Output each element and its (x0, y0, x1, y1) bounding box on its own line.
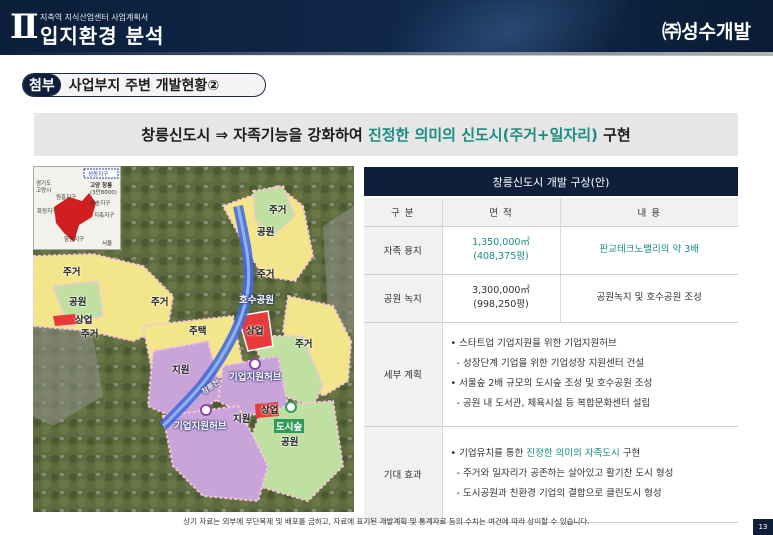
map-label-lake-park: 호수공원 (239, 295, 274, 306)
list-item: - 성장단계 기업을 위한 기업성장 지원센터 건설 (450, 358, 645, 369)
row-label: 공원 녹지 (364, 274, 443, 323)
row-label: 기대 효과 (364, 426, 443, 523)
company-name: ㈜성수개발 (662, 21, 751, 43)
effect-line1-pre: • 기업유치를 통한 (450, 448, 527, 459)
table-row: 기대 효과 • 기업유치를 통한 진정한 의미의 자족도시 구현 - 주거와 일… (364, 426, 738, 523)
headline-highlight: 진정한 의미의 신도시(주거+일자리) (367, 126, 598, 144)
map-label-residential: 주거 (257, 269, 275, 280)
map-label-support: 지원 (172, 365, 190, 376)
area-cell: 1,350,000㎡ (408,375평) (442, 226, 561, 275)
map-label-housing: 주택 (189, 326, 207, 337)
area-cell: 3,300,000㎡ (998,250평) (442, 274, 561, 323)
col-header-content: 내 용 (560, 198, 738, 227)
effect-line1-highlight: 진정한 의미의 자족도시 (526, 448, 620, 459)
section-pill: 첨부 사업부지 주변 개발현황② (22, 73, 266, 97)
section-pill-title: 사업부지 주변 개발현황② (68, 78, 220, 94)
map-label-residential: 주거 (295, 339, 313, 350)
inset-label: 향동지구 (64, 237, 85, 243)
section-tag: 첨부 (23, 74, 61, 96)
area-pyeong: (998,250평) (473, 299, 529, 310)
table-row: 공원 녹지 3,300,000㎡ (998,250평) 공원녹지 및 호수공원 … (364, 274, 738, 323)
table-row: 세부 계획 • 스타트업 기업지원을 위한 기업지원허브 - 성장단계 기업을 … (364, 322, 738, 427)
plan-table-title: 창릉신도시 개발 구상(안) (364, 167, 738, 196)
map-label-residential: 주거 (63, 267, 81, 278)
land-use-map: 성동지구 고양 창릉 (3만8000) 경기도 고양시 화정지구 원흥지구 삼송… (33, 166, 354, 512)
detail-plan-list: • 스타트업 기업지원을 위한 기업지원허브 - 성장단계 기업을 위한 기업성… (442, 322, 738, 427)
map-label-park: 공원 (257, 227, 275, 238)
map-label-park: 공원 (69, 297, 87, 308)
headline-bar: 창릉신도시 ⇒ 자족기능을 강화하여 진정한 의미의 신도시(주거+일자리) 구… (34, 113, 738, 156)
list-item: • 서울숲 2배 규모의 도시숲 조성 및 호수공원 조성 (450, 378, 653, 389)
map-label-residential: 주거 (151, 297, 169, 308)
development-plan-table: 구 분 면 적 내 용 자족 용지 1,350,000㎡ (408,375평) … (364, 198, 738, 523)
inset-callout-line2: (3만8000) (90, 190, 117, 196)
area-value: 3,300,000㎡ (472, 285, 530, 296)
headline-post: 구현 (597, 126, 631, 144)
header-light-streak (364, 0, 656, 55)
map-label-commercial: 상업 (261, 405, 279, 416)
list-item: - 도시공원과 친환경 기업의 결합으로 클린도시 형성 (450, 488, 662, 499)
row-label: 세부 계획 (364, 322, 443, 427)
col-header-area: 면 적 (442, 198, 561, 227)
table-header-row: 구 분 면 적 내 용 (364, 198, 738, 227)
list-item: - 공원 내 도서관, 체육시설 등 복합문화센터 설립 (450, 398, 651, 409)
header-band: Ⅱ 지축역 지식산업센터 사업계획서 입지환경 분석 ㈜성수개발 (0, 0, 773, 55)
map-label-business-hub: 기업지원허브 (229, 372, 282, 383)
map-label-residential: 주거 (269, 205, 287, 216)
section-title: 입지환경 분석 (40, 24, 165, 48)
inset-badge: 성동지구 (88, 172, 109, 178)
map-label-commercial: 상업 (246, 326, 264, 337)
map-label-urban-forest: 도시숲 (274, 419, 305, 433)
locator-inset-map: 성동지구 고양 창릉 (3만8000) 경기도 고양시 화정지구 원흥지구 삼송… (33, 166, 121, 250)
inset-label: 원흥지구 (56, 195, 77, 201)
table-row: 자족 용지 1,350,000㎡ (408,375평) 판교테크노밸리의 약 3… (364, 226, 738, 275)
page-number: 13 (753, 519, 773, 535)
inset-label: 화정지구 (37, 209, 58, 215)
col-header-category: 구 분 (364, 198, 443, 227)
area-value: 1,350,000㎡ (472, 237, 530, 248)
effect-line1-post: 구현 (619, 448, 641, 459)
footnote: 상기 자료는 외부에 무단복제 및 배포를 금하고, 자료에 표기된 개발계획 … (183, 517, 590, 526)
list-item: - 주거와 일자리가 공존하는 살아있고 활기찬 도시 형성 (450, 468, 674, 479)
chapter-numeral: Ⅱ (10, 7, 39, 47)
map-label-residential: 주거 (81, 329, 99, 340)
list-item: • 스타트업 기업지원을 위한 기업지원허브 (450, 338, 617, 349)
map-label-park: 공원 (281, 437, 299, 448)
row-label: 자족 용지 (364, 226, 443, 275)
expected-effect-list: • 기업유치를 통한 진정한 의미의 자족도시 구현 - 주거와 일자리가 공존… (442, 426, 738, 523)
header-accent-line (0, 52, 773, 56)
inset-label: 서울 (102, 241, 113, 247)
content-cell: 판교테크노밸리의 약 3배 (560, 226, 738, 275)
inset-label: 삼송지구 (90, 201, 111, 207)
area-pyeong: (408,375평) (473, 251, 529, 262)
content-cell: 공원녹지 및 호수공원 조성 (560, 274, 738, 323)
inset-label: 고양시 (36, 188, 52, 194)
list-item: • 기업유치를 통한 진정한 의미의 자족도시 구현 (451, 444, 731, 464)
map-label-support: 지원 (233, 414, 251, 425)
headline-pre: 창릉신도시 ⇒ 자족기능을 강화하여 (141, 126, 368, 144)
map-label-commercial: 상업 (75, 315, 93, 326)
inset-label: 지축지구 (94, 213, 115, 219)
map-label-business-hub: 기업지원허브 (174, 421, 227, 432)
